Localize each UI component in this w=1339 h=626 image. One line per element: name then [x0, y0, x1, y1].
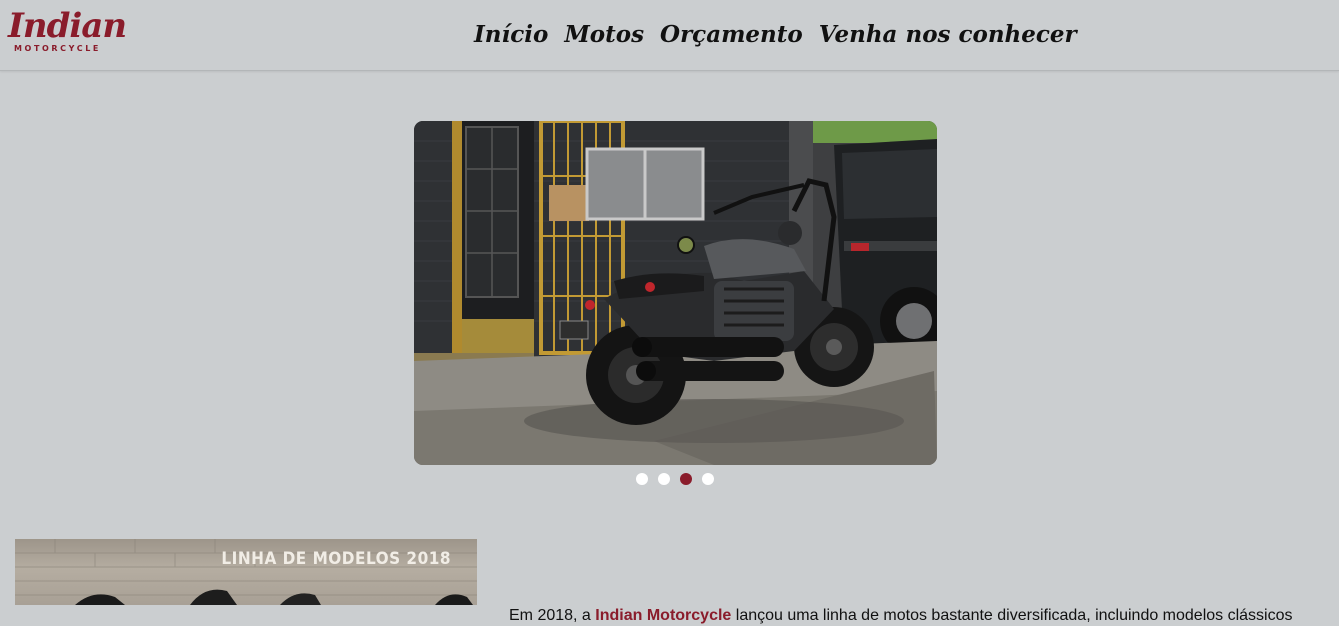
hero-carousel[interactable] — [414, 121, 937, 465]
nav-inicio[interactable]: Início — [474, 18, 548, 52]
main-nav: Início Motos Orçamento Venha nos conhece… — [474, 18, 1077, 52]
nav-venha-nos-conhecer[interactable]: Venha nos conhecer — [819, 18, 1077, 52]
carousel-dot-4[interactable] — [702, 473, 714, 485]
intro-text-after: lançou uma linha de motos bastante diver… — [731, 607, 1293, 624]
carousel-dot-3-active[interactable] — [680, 473, 692, 485]
carousel-dot-2[interactable] — [658, 473, 670, 485]
motorcycle-photo — [414, 121, 937, 465]
logo-script-text: Indian — [8, 6, 127, 46]
logo-subtitle: MOTORCYCLE — [14, 44, 101, 53]
model-line-2018-image: LINHA DE MODELOS 2018 — [15, 539, 477, 605]
indian-motorcycle-logo[interactable]: Indian MOTORCYCLE — [8, 6, 134, 56]
intro-brand-link[interactable]: Indian Motorcycle — [595, 607, 731, 624]
intro-paragraph: Em 2018, a Indian Motorcycle lançou uma … — [509, 606, 1339, 626]
nav-orcamento[interactable]: Orçamento — [660, 18, 803, 52]
carousel-indicators — [636, 473, 714, 485]
site-header: Indian MOTORCYCLE Início Motos Orçamento… — [0, 0, 1339, 71]
nav-motos[interactable]: Motos — [564, 18, 644, 52]
carousel-dot-1[interactable] — [636, 473, 648, 485]
promo-title: LINHA DE MODELOS 2018 — [221, 549, 451, 569]
intro-text-before: Em 2018, a — [509, 607, 596, 624]
